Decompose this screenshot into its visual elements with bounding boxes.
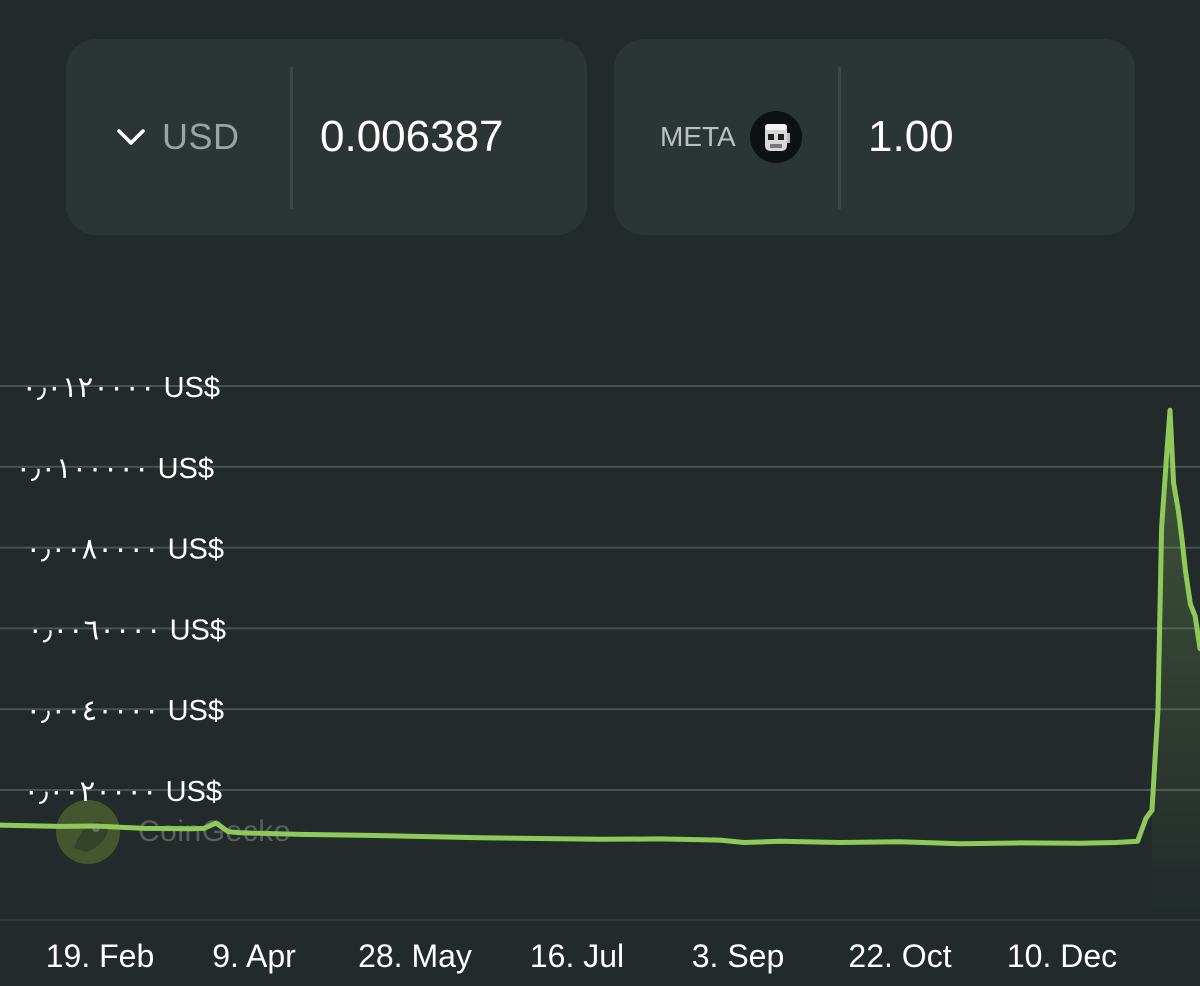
fiat-currency-code: USD: [162, 116, 240, 157]
meta-token-icon: [749, 111, 802, 163]
y-tick-label: ٠٫٠٠٦٠٠٠٠ US$: [27, 614, 226, 646]
token-currency-card: META: [614, 39, 1135, 235]
x-tick-label: 28. May: [358, 938, 472, 974]
y-tick-label: ٠٫٠١٠٠٠٠٠ US$: [15, 453, 214, 485]
fiat-currency-card: USD: [66, 39, 587, 235]
x-tick-label: 22. Oct: [848, 938, 952, 974]
fiat-amount-input[interactable]: [320, 107, 570, 167]
x-tick-label: 9. Apr: [212, 938, 296, 974]
currency-converter: USD META: [66, 39, 1135, 235]
card-divider: [838, 67, 841, 209]
price-chart: ٠٫٠٠٢٠٠٠٠ US$ ٠٫٠٠٤٠٠٠٠ US$ ٠٫٠٠٦٠٠٠٠ US$ ٠…: [0, 372, 1200, 921]
coin-converter-page: USD META: [0, 0, 1200, 986]
token-amount-input[interactable]: [868, 107, 1118, 167]
x-tick-label: 19. Feb: [45, 938, 155, 974]
y-tick-label: ٠٫٠٠٢٠٠٠٠ US$: [23, 776, 222, 808]
chevron-down-icon: [117, 129, 145, 145]
token-currency-code: META: [660, 121, 736, 152]
y-tick-label: ٠٫٠١٢٠٠٠٠ US$: [21, 372, 220, 404]
y-tick-label: ٠٫٠٠٤٠٠٠٠ US$: [25, 695, 224, 727]
token-currency-label: META: [660, 109, 802, 165]
card-divider: [290, 67, 293, 209]
x-tick-label: 10. Dec: [1006, 938, 1118, 974]
x-tick-label: 16. Jul: [529, 938, 625, 974]
x-tick-label: 3. Sep: [691, 938, 785, 974]
fiat-currency-select[interactable]: USD: [114, 109, 240, 165]
y-tick-label: ٠٫٠٠٨٠٠٠٠ US$: [25, 534, 224, 566]
